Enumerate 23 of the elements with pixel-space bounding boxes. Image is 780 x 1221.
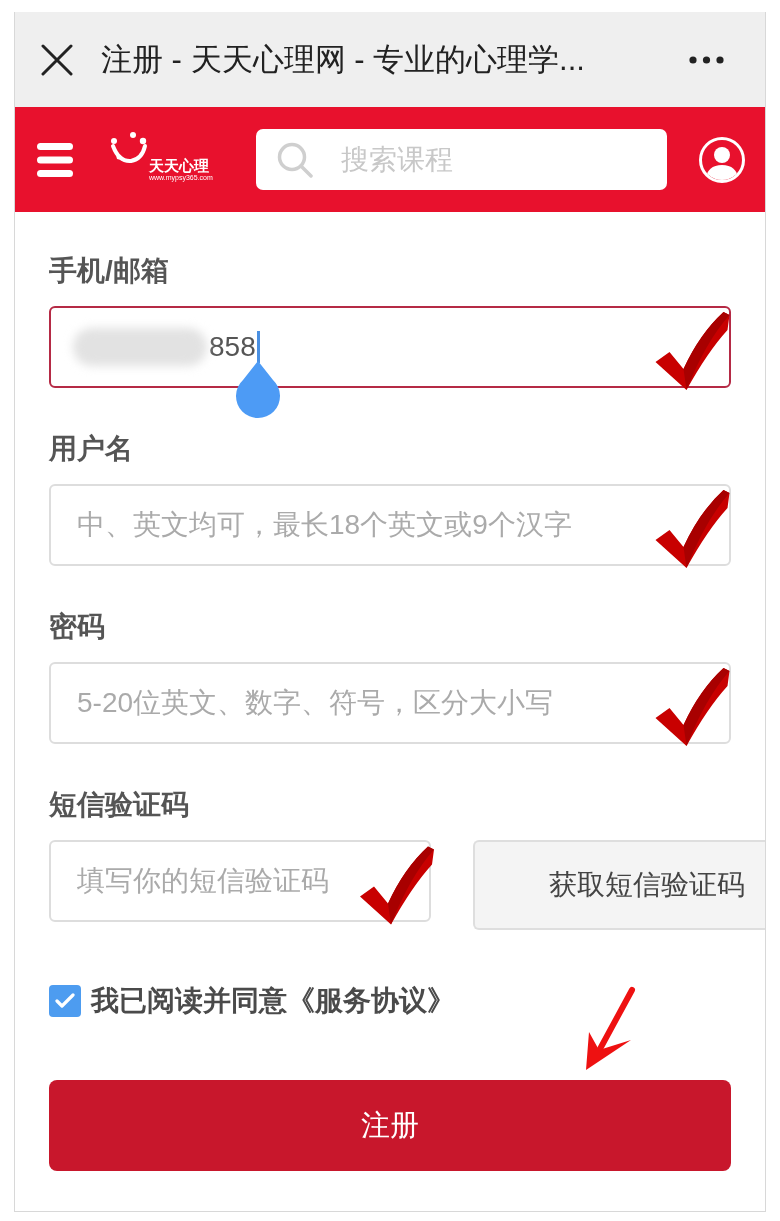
cursor-handle-icon[interactable]: [235, 361, 282, 419]
field-label: 用户名: [49, 432, 134, 466]
text-field[interactable]: 858: [49, 306, 731, 388]
send-code-button[interactable]: 获取短信验证码: [473, 840, 765, 930]
logo-text: 天天心理: [149, 157, 210, 173]
register-button[interactable]: 注册: [49, 1080, 731, 1171]
user-icon[interactable]: [699, 136, 745, 183]
field-label: 密码: [49, 610, 106, 644]
field-label: 短信验证码: [49, 788, 190, 822]
text-field[interactable]: 填写你的短信验证码: [49, 840, 431, 922]
field-label: 手机/邮箱: [49, 254, 170, 288]
more-icon[interactable]: [689, 55, 724, 64]
search-icon: [277, 141, 313, 178]
agreement-text: 我已阅读并同意《服务协议》: [91, 984, 455, 1018]
checkmark-icon: [55, 993, 75, 1009]
smile-logo-icon: [109, 131, 149, 166]
checkbox[interactable]: [49, 985, 81, 1017]
text-cursor: [256, 331, 260, 363]
text-field[interactable]: 中、英文均可，最长18个英文或9个汉字: [49, 484, 731, 566]
text-field[interactable]: 5-20位英文、数字、符号，区分大小写: [49, 662, 731, 744]
menu-icon[interactable]: [37, 141, 73, 178]
close-icon[interactable]: [41, 43, 73, 76]
page-title: 注册 - 天天心理网 - 专业的心理学...: [101, 40, 585, 79]
